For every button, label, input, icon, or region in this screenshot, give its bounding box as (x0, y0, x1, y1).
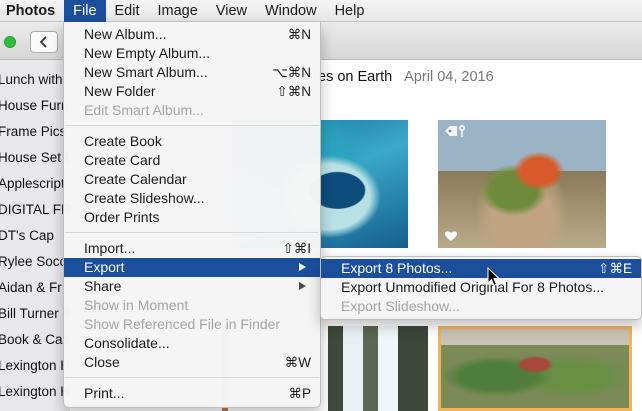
sidebar-item[interactable]: Book & Cale (0, 332, 70, 347)
mouse-pointer-icon (487, 267, 500, 287)
menu-item-export[interactable]: Export (64, 258, 320, 277)
sidebar-item[interactable]: Lunch with (0, 72, 63, 87)
keyword-tag-icon (445, 125, 465, 137)
sidebar: Lunch with House Furn Frame Pics House S… (0, 60, 70, 411)
moment-header: es on Earth April 04, 2016 (318, 69, 494, 85)
menu-item-import[interactable]: Import... ⇧⌘I (64, 239, 320, 258)
menu-separator (65, 377, 319, 378)
menu-item-new-smart-album[interactable]: New Smart Album... ⌥⌘N (64, 63, 320, 82)
photo-thumbnail[interactable] (438, 326, 632, 411)
menu-item-export-unmodified[interactable]: Export Unmodified Original For 8 Photos.… (321, 278, 641, 297)
menu-item-create-book[interactable]: Create Book (64, 132, 320, 151)
sidebar-item[interactable]: Rylee Socc (0, 254, 66, 269)
menu-item-new-album[interactable]: New Album... ⌘N (64, 25, 320, 44)
menu-file[interactable]: File (64, 0, 106, 22)
menu-item-create-card[interactable]: Create Card (64, 151, 320, 170)
menu-item-export-slideshow: Export Slideshow... (341, 298, 461, 314)
menu-item-export-photos[interactable]: Export 8 Photos... ⇧⌘E (321, 259, 641, 278)
sidebar-item[interactable]: House Set U (0, 150, 70, 165)
favorite-heart-icon[interactable] (444, 230, 458, 242)
sidebar-item[interactable]: Lexington H (0, 358, 70, 373)
menu-item-edit-smart-album: Edit Smart Album... (84, 102, 204, 118)
back-button[interactable] (30, 31, 58, 53)
sidebar-item[interactable]: Bill Turner & (0, 306, 70, 321)
menu-bar: Photos File Edit Image View Window Help (0, 0, 642, 22)
menu-view[interactable]: View (207, 0, 256, 22)
submenu-arrow-icon (299, 282, 306, 290)
menu-image[interactable]: Image (149, 0, 207, 22)
sidebar-item[interactable]: Frame Pics (0, 124, 66, 139)
menu-item-print[interactable]: Print... ⌘P (64, 384, 320, 403)
menu-help[interactable]: Help (326, 0, 374, 22)
menu-item-create-calendar[interactable]: Create Calendar (64, 170, 320, 189)
export-submenu: Export 8 Photos... ⇧⌘E Export Unmodified … (320, 256, 642, 320)
moment-title: es on Earth (318, 69, 393, 85)
menu-item-order-prints[interactable]: Order Prints (64, 208, 320, 227)
menu-item-close[interactable]: Close ⌘W (64, 353, 320, 372)
menu-edit[interactable]: Edit (106, 0, 149, 22)
menu-item-create-slideshow[interactable]: Create Slideshow... (64, 189, 320, 208)
menu-item-new-folder[interactable]: New Folder ⇧⌘N (64, 82, 320, 101)
moment-date: April 04, 2016 (404, 69, 494, 85)
file-menu: New Album... ⌘N New Empty Album... New Sm… (63, 22, 321, 408)
sidebar-item[interactable]: DIGITAL FR (0, 202, 70, 217)
chevron-left-icon (39, 36, 47, 48)
menu-item-consolidate[interactable]: Consolidate... (64, 334, 320, 353)
menu-item-show-referenced-file: Show Referenced File in Finder (84, 316, 281, 332)
sidebar-item[interactable]: Lexington H (0, 384, 70, 399)
menu-item-share[interactable]: Share (64, 277, 320, 296)
menu-item-new-empty-album[interactable]: New Empty Album... (64, 44, 320, 63)
menu-item-show-in-moment: Show in Moment (84, 297, 189, 313)
menu-separator (65, 232, 319, 233)
sidebar-item[interactable]: House Furn (0, 98, 69, 113)
sidebar-item[interactable]: Applescript (0, 176, 65, 191)
photo-thumbnail[interactable] (328, 326, 428, 411)
photo-thumbnail[interactable] (438, 120, 606, 248)
menu-separator (65, 125, 319, 126)
menu-photos[interactable]: Photos (0, 0, 64, 22)
sidebar-item[interactable]: DT's Cap (0, 228, 54, 243)
submenu-arrow-icon (299, 263, 306, 271)
zoom-window-button[interactable] (4, 36, 16, 48)
menu-window[interactable]: Window (256, 0, 326, 22)
sidebar-item[interactable]: Aidan & Fr (0, 280, 62, 295)
